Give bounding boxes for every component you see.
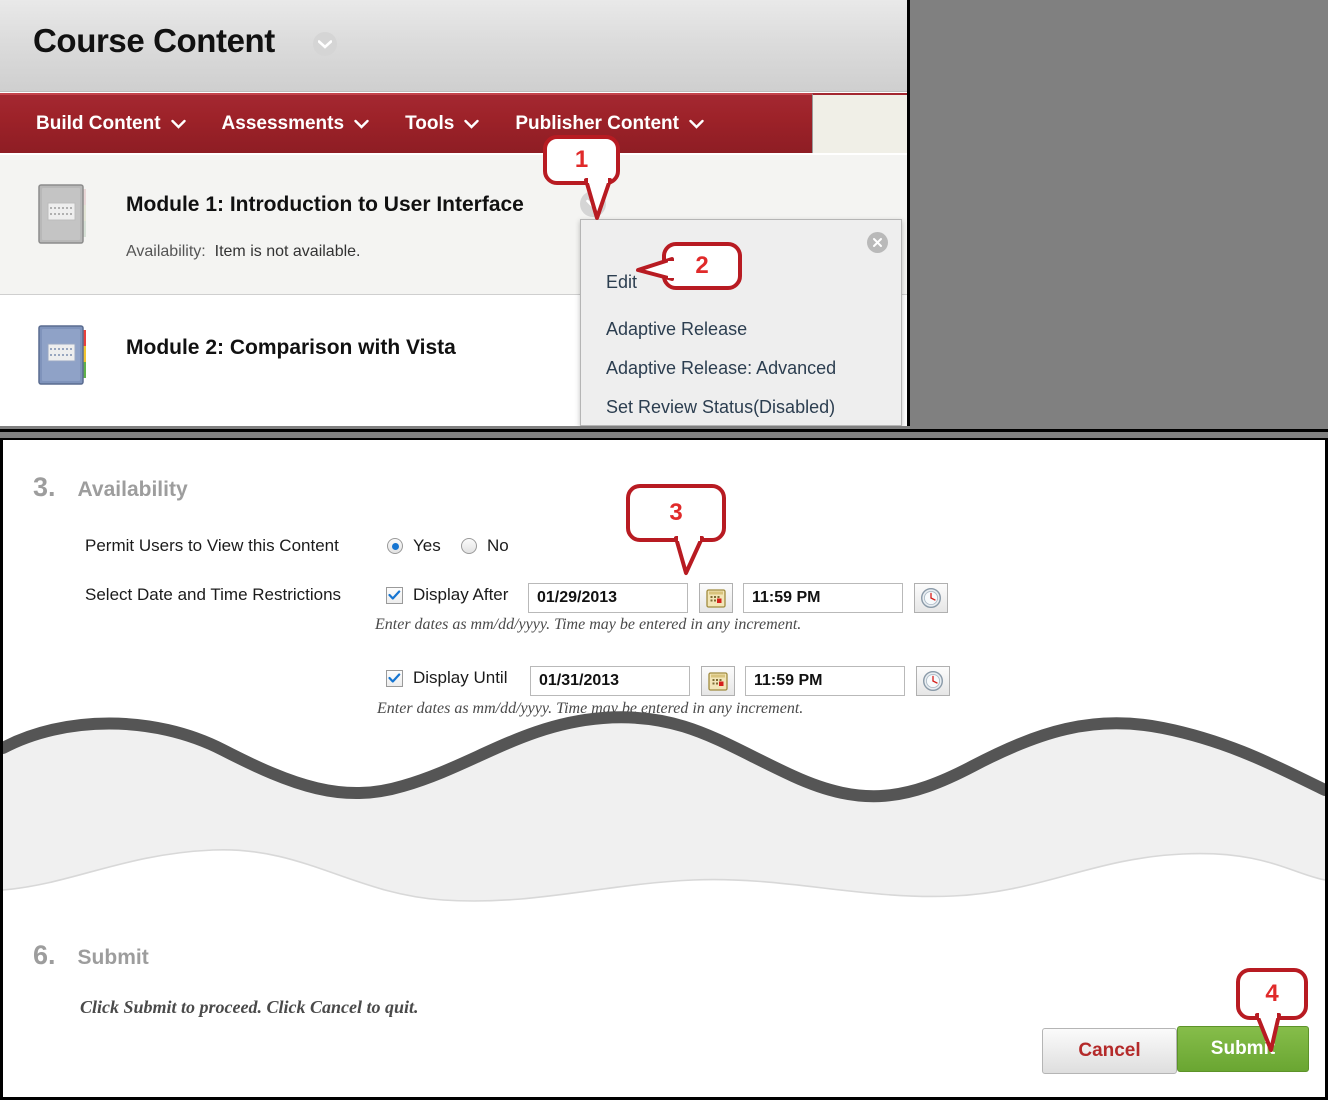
radio-permit-no-label[interactable]: No	[487, 536, 509, 556]
callout-2: 2	[662, 242, 742, 290]
menu-item-set-review-status[interactable]: Set Review Status(Disabled)	[606, 397, 835, 418]
display-until-date-input[interactable]: 01/31/2013	[530, 666, 690, 696]
callout-4-tail	[1255, 1012, 1285, 1054]
display-until-label: Display Until	[413, 668, 508, 687]
top-panel-backdrop: Course Content Build Content Assessments	[0, 0, 1328, 432]
clock-icon[interactable]	[916, 666, 950, 696]
chevron-down-icon	[354, 113, 369, 135]
radio-permit-yes-label[interactable]: Yes	[413, 536, 441, 556]
callout-3-number: 3	[669, 499, 683, 526]
chevron-down-icon	[170, 113, 186, 135]
callout-4-number: 4	[1265, 980, 1279, 1007]
chevron-down-icon	[689, 113, 704, 135]
display-after-time-input[interactable]: 11:59 PM	[743, 583, 903, 613]
close-circle-icon[interactable]	[867, 232, 888, 253]
radio-permit-yes[interactable]	[387, 538, 403, 554]
menu-assessments[interactable]: Assessments	[222, 113, 370, 135]
content-item-title[interactable]: Module 2: Comparison with Vista	[126, 336, 456, 360]
clock-icon[interactable]	[914, 583, 948, 613]
menu-publisher-content-label: Publisher Content	[515, 113, 679, 134]
page-title: Course Content	[33, 22, 275, 59]
callout-2-number: 2	[695, 252, 709, 279]
menu-tools-label: Tools	[405, 113, 455, 134]
section-header-submit: 6. Submit	[33, 940, 149, 971]
callout-2-tail	[634, 255, 674, 285]
section-title: Submit	[77, 946, 149, 969]
calendar-icon[interactable]	[701, 666, 735, 696]
date-time-restrictions-label: Select Date and Time Restrictions	[85, 585, 342, 604]
submit-instructions: Click Submit to proceed. Click Cancel to…	[80, 997, 419, 1017]
page-title-chevron-down-icon[interactable]	[313, 32, 337, 56]
course-content-window: Course Content Build Content Assessments	[0, 0, 910, 426]
section-title: Availability	[77, 478, 188, 501]
radio-permit-no[interactable]	[461, 538, 477, 554]
section-header-availability: 3. Availability	[33, 472, 188, 503]
menu-build-content-label: Build Content	[36, 113, 161, 134]
callout-1-tail	[584, 178, 616, 222]
action-bar-right-pane	[812, 93, 907, 153]
radio-selected-dot	[391, 542, 399, 550]
screenshot-root: Course Content Build Content Assessments	[0, 0, 1328, 1100]
display-after-hint: Enter dates as mm/dd/yyyy. Time may be e…	[375, 616, 802, 633]
menu-build-content[interactable]: Build Content	[36, 113, 186, 135]
menu-item-adaptive-release[interactable]: Adaptive Release	[606, 319, 747, 340]
menu-item-edit[interactable]: Edit	[606, 272, 637, 293]
content-item-availability: Availability: Item is not available.	[126, 243, 361, 261]
submit-button[interactable]: Submit	[1177, 1026, 1309, 1072]
window-titlebar: Course Content	[0, 0, 907, 92]
callout-1-number: 1	[574, 146, 589, 173]
chevron-down-icon	[464, 113, 480, 135]
callout-3-tail	[674, 535, 708, 577]
display-until-time-input[interactable]: 11:59 PM	[745, 666, 905, 696]
content-truncation-wave	[3, 708, 1325, 918]
permit-users-label: Permit Users to View this Content	[85, 536, 339, 555]
checkbox-display-after[interactable]	[386, 587, 403, 604]
display-after-label: Display After	[413, 585, 509, 604]
callout-3: 3	[626, 484, 726, 542]
section-number: 3.	[33, 472, 56, 502]
action-bar: Build Content Assessments Tools Publishe…	[0, 93, 812, 153]
menu-assessments-label: Assessments	[221, 113, 345, 134]
menu-publisher-content[interactable]: Publisher Content	[515, 113, 704, 135]
availability-value: Item is not available.	[214, 243, 361, 260]
cancel-button[interactable]: Cancel	[1042, 1028, 1177, 1074]
section-number: 6.	[33, 940, 56, 970]
menu-tools[interactable]: Tools	[405, 113, 480, 135]
calendar-icon[interactable]	[699, 583, 733, 613]
display-after-date-input[interactable]: 01/29/2013	[528, 583, 688, 613]
menu-item-adaptive-release-advanced[interactable]: Adaptive Release: Advanced	[606, 358, 836, 379]
folder-unavailable-icon	[30, 177, 102, 251]
folder-icon	[30, 318, 102, 392]
content-item-title[interactable]: Module 1: Introduction to User Interface	[126, 193, 524, 217]
checkbox-display-until[interactable]	[386, 670, 403, 687]
availability-label: Availability:	[126, 243, 206, 260]
